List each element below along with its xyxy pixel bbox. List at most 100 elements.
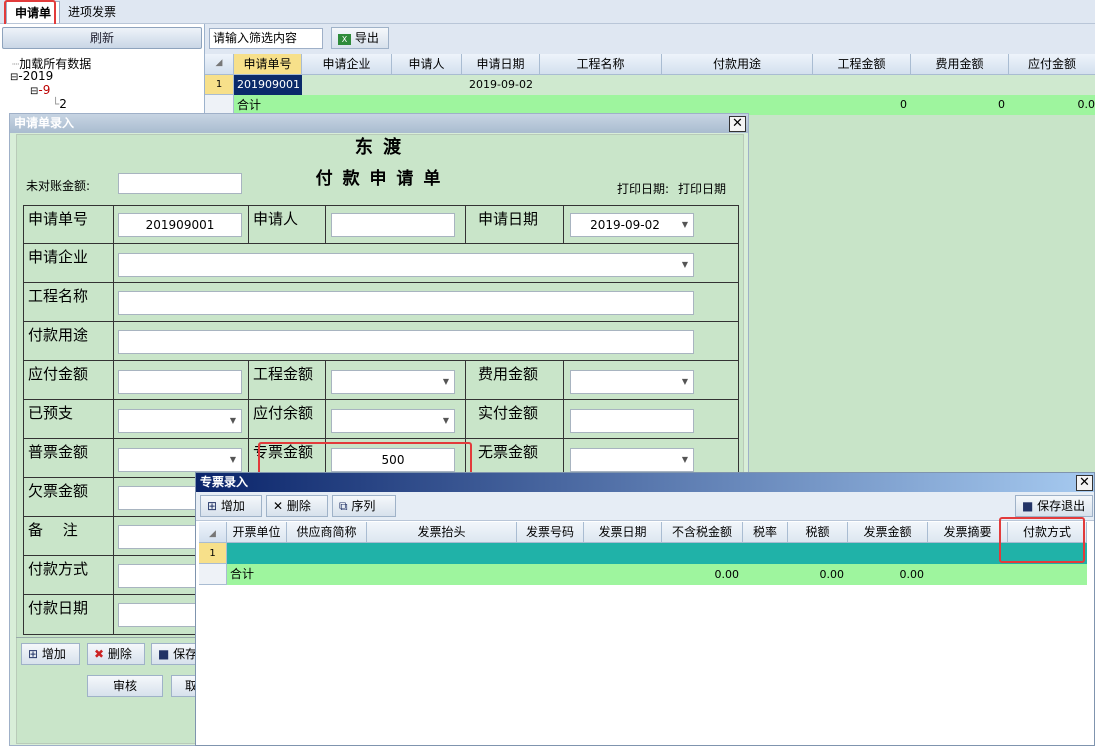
audit-button[interactable]: 审核 <box>87 675 163 697</box>
header-cell[interactable]: 发票号码 <box>517 522 584 543</box>
total-row <box>227 564 1087 585</box>
no-invoice-select[interactable]: ▼ <box>570 448 694 472</box>
tab-input-invoice[interactable]: 进项发票 <box>60 1 124 23</box>
window-title: 专票录入 <box>196 473 1094 492</box>
app-firm-select[interactable]: ▼ <box>118 253 694 277</box>
header-cell[interactable]: 发票抬头 <box>367 522 517 543</box>
main-grid: ◢ 申请单号 申请企业 申请人 申请日期 工程名称 付款用途 工程金额 费用金额… <box>205 54 1095 115</box>
project-name-field[interactable] <box>118 291 694 315</box>
row-number[interactable]: 1 <box>199 543 227 564</box>
chevron-down-icon[interactable]: ▼ <box>677 371 693 393</box>
prepaid-select[interactable]: ▼ <box>118 409 242 433</box>
filter-input[interactable]: 请输入筛选内容 <box>209 28 323 49</box>
floppy-icon: ■ <box>158 647 170 661</box>
row-cell: 备 注 <box>24 517 114 556</box>
chevron-down-icon[interactable]: ▼ <box>677 449 693 471</box>
header-cell[interactable]: 工程金额 <box>813 54 911 75</box>
row-cell: 费用金额 <box>466 361 564 400</box>
actual-paid-field[interactable] <box>570 409 694 433</box>
delete-invoice-button[interactable]: ✕ 删除 <box>266 495 328 517</box>
refresh-button[interactable]: 刷新 <box>2 27 202 49</box>
header-cell[interactable]: 申请企业 <box>302 54 392 75</box>
normal-invoice-select[interactable]: ▼ <box>118 448 242 472</box>
chevron-down-icon[interactable]: ▼ <box>438 371 454 393</box>
grid-corner: ◢ <box>205 54 234 75</box>
cell-app-no[interactable]: 201909001 <box>234 75 302 95</box>
header-cell[interactable]: 发票日期 <box>584 522 662 543</box>
table-row[interactable] <box>234 75 1095 95</box>
total-row-number <box>199 564 227 585</box>
order-button[interactable]: ⧉ 序列 <box>332 495 396 517</box>
header-cell[interactable]: 发票金额 <box>848 522 928 543</box>
row-cell: 应付金额 <box>24 361 114 400</box>
header-cell[interactable]: 供应商简称 <box>287 522 367 543</box>
main-toolbar: 请输入筛选内容 X 导出 <box>205 24 1095 54</box>
chevron-down-icon[interactable]: ▼ <box>438 410 454 432</box>
delete-row-icon: ✖ <box>94 647 105 661</box>
row-cell: 已预支 <box>24 400 114 439</box>
total-fee: 0 <box>998 98 1005 111</box>
label-pay-method: 付款方式 <box>28 560 89 578</box>
header-cell[interactable]: 开票单位 <box>227 522 287 543</box>
header-cell[interactable]: 费用金额 <box>911 54 1009 75</box>
add-invoice-button[interactable]: ⊞ 增加 <box>200 495 262 517</box>
header-cell[interactable]: 税率 <box>743 522 788 543</box>
row-cell: 申请日期 <box>466 206 564 244</box>
app-date-field[interactable]: 2019-09-02 ▼ <box>570 213 694 237</box>
row-cell: 付款用途 <box>24 322 114 361</box>
window-title: 申请单录入 <box>10 114 748 133</box>
add-button[interactable]: ⊞ 增加 <box>21 643 80 665</box>
label-app-no: 申请单号 <box>28 210 89 228</box>
purpose-field[interactable] <box>118 330 694 354</box>
fee-amount-select[interactable]: ▼ <box>570 370 694 394</box>
delete-button[interactable]: ✖ 删除 <box>87 643 145 665</box>
add-row-icon: ⊞ <box>28 647 39 661</box>
applicant-field[interactable] <box>331 213 455 237</box>
label-app-firm: 申请企业 <box>28 248 89 266</box>
total-label: 合计 <box>237 98 262 112</box>
label-normal-invoice: 普票金额 <box>28 443 89 461</box>
chevron-down-icon[interactable]: ▼ <box>225 410 241 432</box>
chevron-down-icon[interactable]: ▼ <box>225 449 241 471</box>
header-cell[interactable]: 工程名称 <box>540 54 662 75</box>
row-cell: 工程名称 <box>24 283 114 322</box>
tree-year[interactable]: ⊟-2019 <box>10 69 53 83</box>
row-cell: 工程金额 <box>249 361 326 400</box>
label-pay-remain: 应付余额 <box>253 404 314 422</box>
pay-remain-select[interactable]: ▼ <box>331 409 455 433</box>
cell-app-date[interactable]: 2019-09-02 <box>462 75 540 95</box>
project-amount-select[interactable]: ▼ <box>331 370 455 394</box>
label-payable: 应付金额 <box>28 365 89 383</box>
header-cell[interactable]: 付款用途 <box>662 54 813 75</box>
total-invoice-amount: 0.00 <box>899 568 925 581</box>
header-cell[interactable]: 发票摘要 <box>928 522 1008 543</box>
label-prepaid: 已预支 <box>28 404 74 422</box>
table-row[interactable] <box>227 543 1087 564</box>
header-cell[interactable]: 申请人 <box>392 54 462 75</box>
tree-day[interactable]: └2 <box>52 97 67 111</box>
row-number[interactable]: 1 <box>205 75 234 95</box>
header-cell[interactable]: 申请单号 <box>234 54 302 75</box>
header-cell[interactable]: 税额 <box>788 522 848 543</box>
tree-month[interactable]: ⊟-9 <box>30 83 50 97</box>
label-actual-paid: 实付金额 <box>478 404 539 422</box>
chevron-down-icon[interactable]: ▼ <box>677 254 693 276</box>
row-cell: 申请企业 <box>24 244 114 283</box>
save-exit-button[interactable]: ■ 保存退出 <box>1015 495 1093 517</box>
highlight-box <box>999 517 1085 563</box>
floppy-icon: ■ <box>1022 499 1034 513</box>
header-cell[interactable]: 应付金额 <box>1009 54 1095 75</box>
app-no-field[interactable]: 201909001 <box>118 213 242 237</box>
close-icon[interactable]: ✕ <box>729 116 746 132</box>
unmatched-amount-field[interactable] <box>118 173 242 194</box>
label-app-date: 申请日期 <box>478 210 539 228</box>
chevron-down-icon[interactable]: ▼ <box>677 214 693 236</box>
header-cell[interactable]: 申请日期 <box>462 54 540 75</box>
close-icon[interactable]: ✕ <box>1076 475 1093 491</box>
export-button[interactable]: X 导出 <box>331 27 389 49</box>
payable-field[interactable] <box>118 370 242 394</box>
header-cell[interactable]: 不含税金额 <box>662 522 743 543</box>
total-row-number <box>205 95 234 115</box>
row-cell: 实付金额 <box>466 400 564 439</box>
label-pay-date: 付款日期 <box>28 599 89 617</box>
